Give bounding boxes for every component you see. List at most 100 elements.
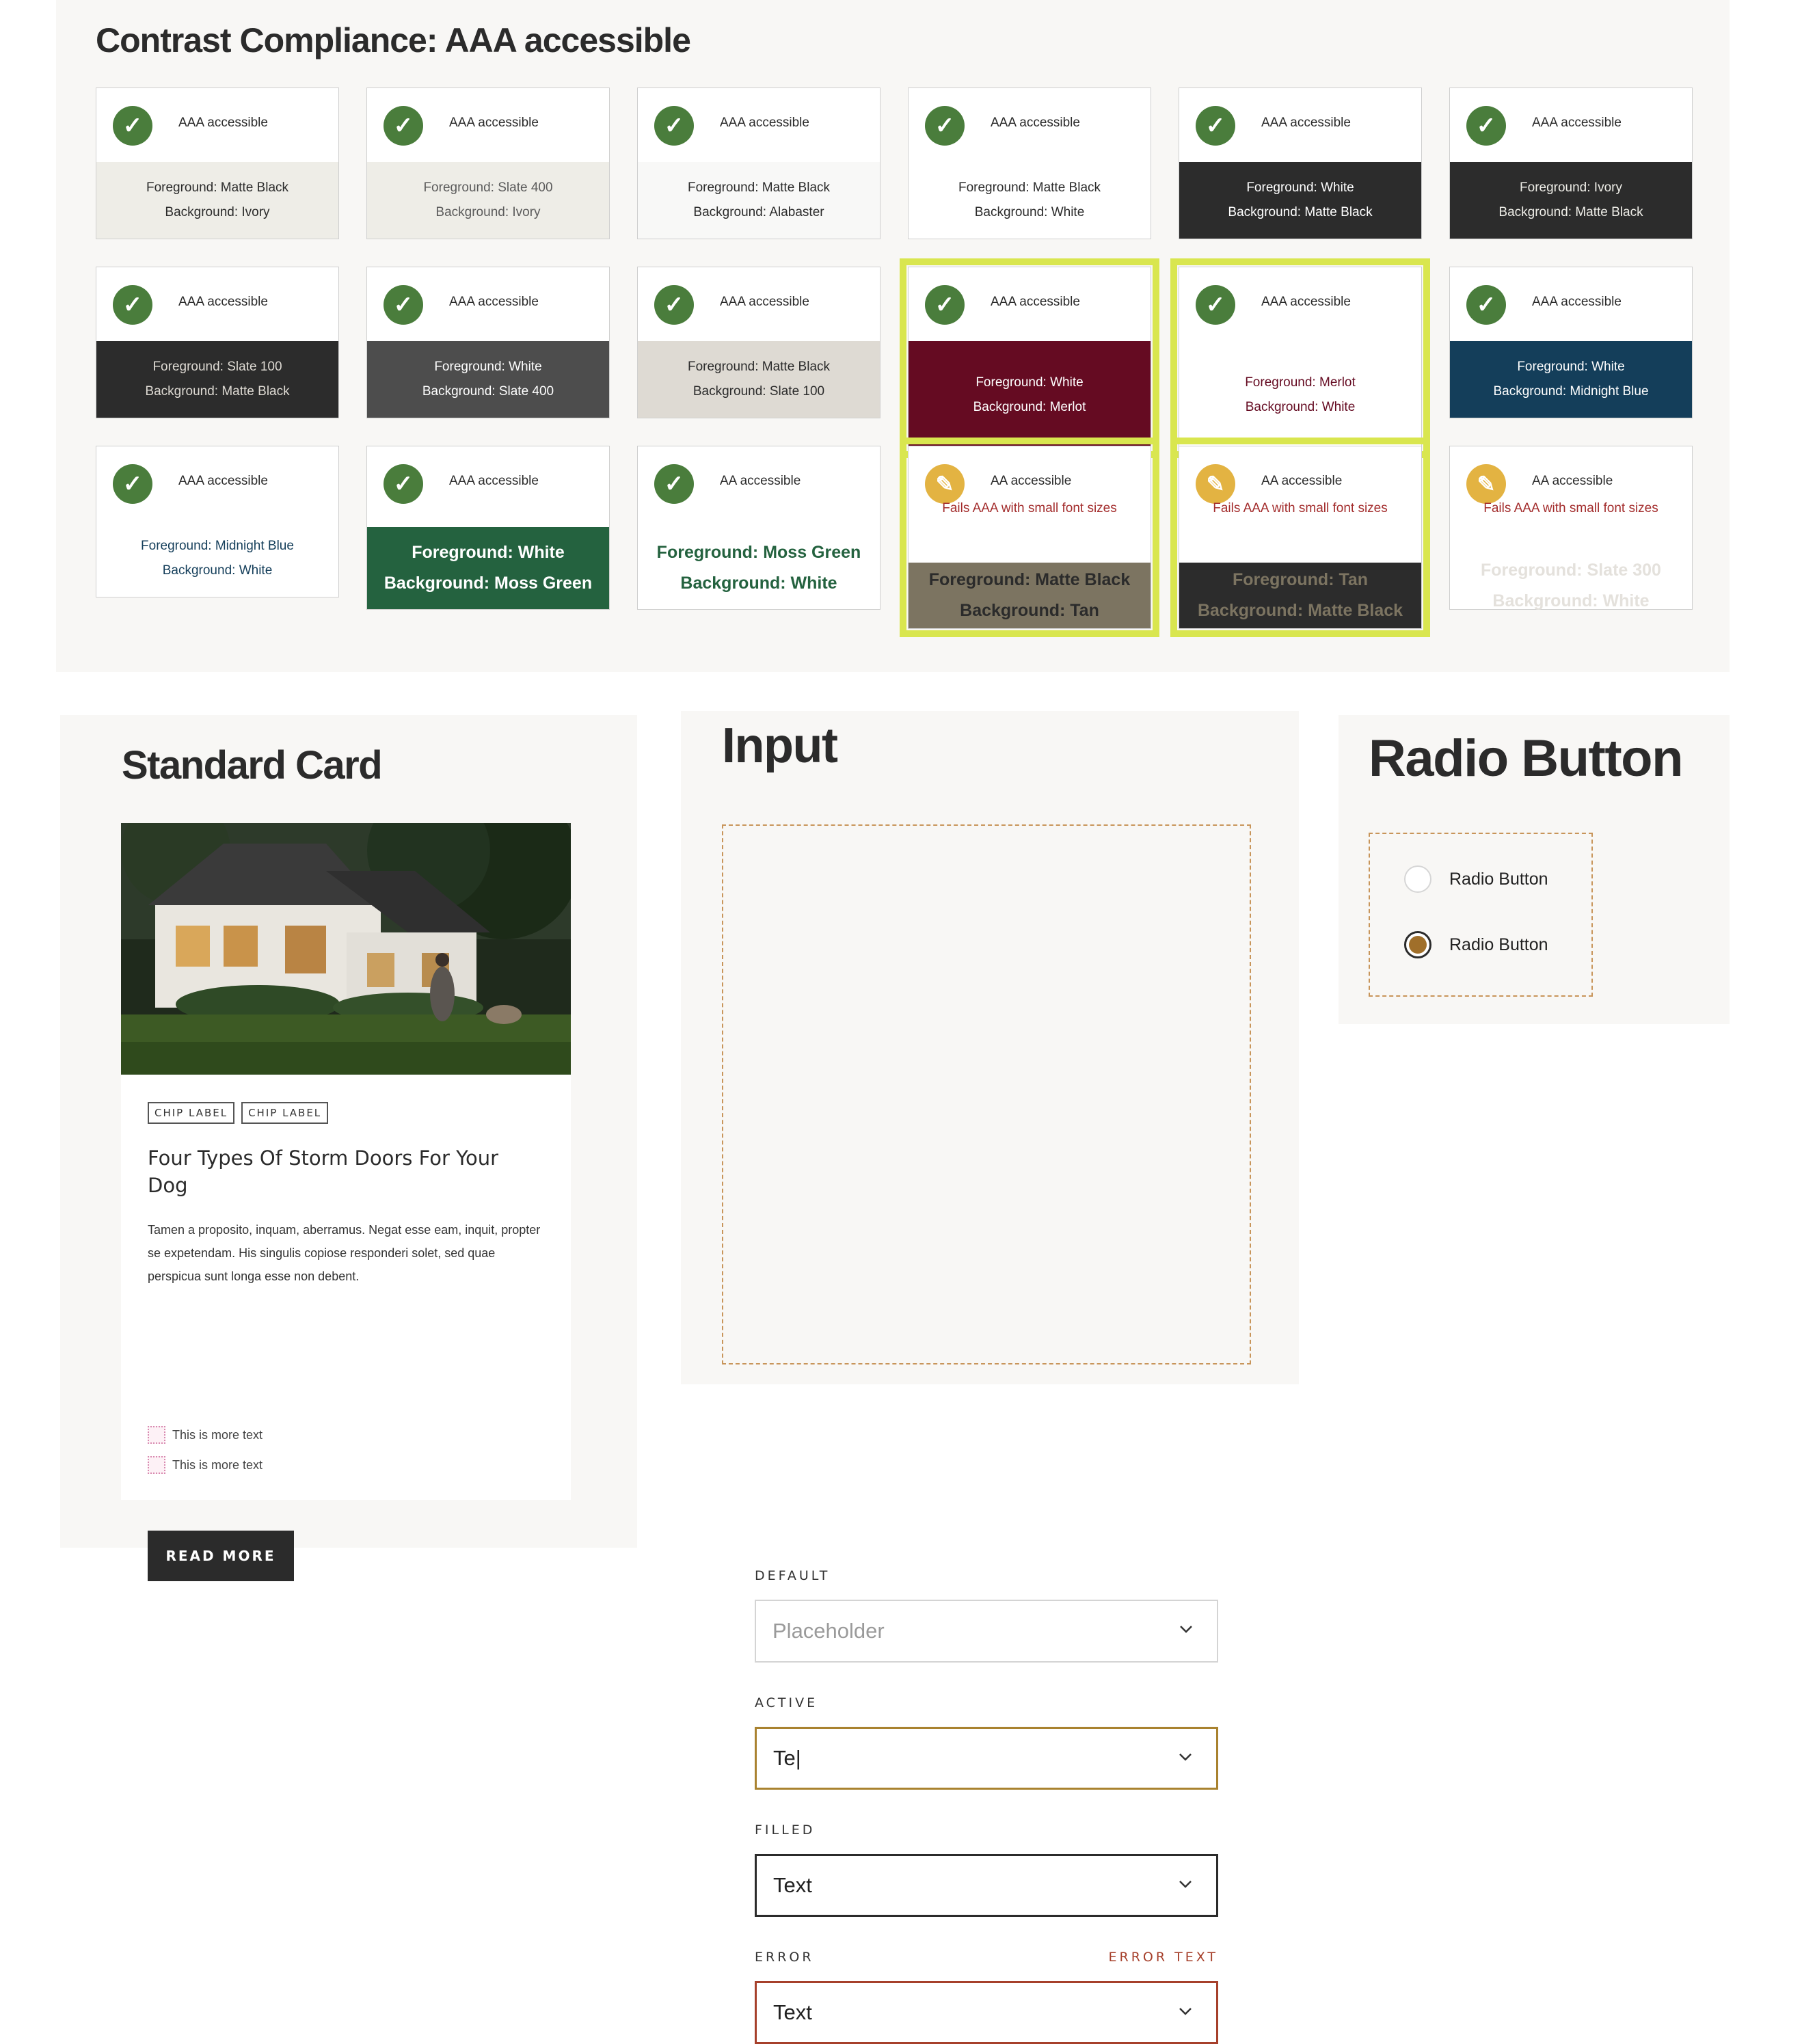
- pencil-icon: ✎: [1466, 464, 1506, 504]
- contrast-grid: ✓ AAA accessible Foreground: Matte Black Ba…: [96, 88, 1695, 648]
- contrast-card-body: ✓ AAA accessible Foreground: Matte Black Ba…: [96, 88, 339, 239]
- accessibility-level: AAA accessible: [1261, 116, 1351, 130]
- contrast-card-body: ✓ AAA accessible Foreground: White Backgrou…: [1449, 267, 1693, 418]
- foreground-label: Foreground: Matte Black: [687, 180, 831, 195]
- color-swatch: Foreground: Slate 300 Background: White: [1450, 561, 1692, 610]
- accessibility-level: AAA accessible: [178, 295, 268, 309]
- checkbox[interactable]: [148, 1426, 165, 1444]
- checklist-item[interactable]: This is more text: [148, 1426, 263, 1444]
- card-header: ✓ AAA accessible: [638, 88, 880, 162]
- check-icon: ✓: [384, 285, 423, 325]
- checklist-item[interactable]: This is more text: [148, 1456, 263, 1474]
- color-swatch: Foreground: Matte Black Background: Slate…: [638, 341, 880, 418]
- accessibility-level: AAA accessible: [1532, 295, 1622, 309]
- contrast-card-body: ✓ AAA accessible Foreground: Matte Black Ba…: [908, 88, 1151, 239]
- active-label: ACTIVE: [755, 1695, 818, 1710]
- check-icon: ✓: [1466, 106, 1506, 146]
- input-section: Input DEFAULT Placeholder ACTIVE Te| FIL…: [681, 711, 1299, 2044]
- article-card[interactable]: CHIP LABEL CHIP LABEL Four Types Of Stor…: [121, 823, 571, 1581]
- checklist-label: This is more text: [172, 1457, 263, 1472]
- check-icon: ✓: [925, 106, 965, 146]
- foreground-label: Foreground: White: [412, 543, 565, 562]
- background-label: Background: Merlot: [973, 400, 1086, 414]
- chip-label[interactable]: CHIP LABEL: [148, 1102, 235, 1124]
- foreground-label: Foreground: White: [976, 375, 1084, 390]
- card-header: ✓ AAA accessible: [367, 446, 609, 520]
- background-label: Background: White: [1492, 591, 1650, 610]
- color-swatch: Foreground: Merlot Background: White: [1179, 341, 1421, 449]
- check-icon: ✓: [113, 285, 152, 325]
- check-icon: ✓: [925, 285, 965, 325]
- standard-card-title: Standard Card: [122, 743, 383, 788]
- accessibility-level: AAA accessible: [178, 116, 268, 130]
- accessibility-level: AAA accessible: [178, 474, 268, 488]
- contrast-card-body: ✓ AAA accessible Foreground: White Backgrou…: [908, 267, 1151, 450]
- color-swatch: Foreground: White Background: Merlot: [909, 341, 1151, 449]
- color-swatch: Foreground: Matte Black Background: White: [909, 162, 1151, 239]
- accessibility-level: AA accessible: [1532, 474, 1613, 488]
- foreground-label: Foreground: Slate 100: [152, 360, 282, 374]
- filled-select[interactable]: Text: [755, 1854, 1218, 1917]
- foreground-label: Foreground: Slate 300: [1481, 561, 1661, 580]
- accessibility-level: AAA accessible: [991, 295, 1080, 309]
- card-header: ✓ AAA accessible: [909, 88, 1151, 162]
- contrast-card-body: ✓ AA accessible Foreground: Moss Green Back…: [637, 446, 880, 610]
- checkbox[interactable]: [148, 1456, 165, 1474]
- accessibility-level: AA accessible: [1261, 474, 1343, 488]
- card-header: ✓ AAA accessible: [367, 88, 609, 162]
- error-label: ERROR: [755, 1950, 814, 1965]
- active-select[interactable]: Te|: [755, 1727, 1218, 1790]
- card-header: ✓ AAA accessible: [1450, 88, 1692, 162]
- foreground-label: Foreground: Matte Black: [928, 570, 1131, 589]
- background-label: Background: White: [1245, 400, 1356, 414]
- chevron-down-icon: [1180, 1626, 1192, 1633]
- card-header: ✓ AAA accessible: [96, 267, 338, 341]
- accessibility-level: AA accessible: [720, 474, 801, 488]
- pencil-icon: ✎: [925, 464, 965, 504]
- background-label: Background: Ivory: [165, 205, 270, 219]
- fails-note: Fails AAA with small font sizes: [1213, 501, 1388, 515]
- input-group-frame: [722, 824, 1251, 1364]
- accessibility-level: AAA accessible: [720, 116, 809, 130]
- accessibility-level: AAA accessible: [449, 295, 539, 309]
- radio-group-frame: [1369, 833, 1593, 997]
- accessibility-level: AAA accessible: [449, 474, 539, 488]
- fails-note: Fails AAA with small font sizes: [942, 501, 1117, 515]
- check-icon: ✓: [654, 285, 694, 325]
- radio-unchecked-icon[interactable]: [1404, 865, 1431, 893]
- radio-checked-icon[interactable]: [1404, 931, 1431, 958]
- error-text: ERROR TEXT: [1108, 1950, 1218, 1965]
- background-label: Background: White: [974, 205, 1085, 219]
- house-photo: [121, 823, 571, 1075]
- accessibility-level: AA accessible: [991, 474, 1072, 488]
- foreground-label: Foreground: Merlot: [1245, 375, 1356, 390]
- error-value: Text: [773, 2000, 812, 2024]
- check-icon: ✓: [1196, 285, 1235, 325]
- contrast-card-body: ✎ AA accessible Fails AAA with small font …: [1449, 446, 1693, 610]
- foreground-label: Foreground: Slate 400: [423, 180, 553, 195]
- contrast-card-body: ✓ AAA accessible Foreground: Ivory Backgrou…: [1449, 88, 1693, 239]
- foreground-label: Foreground: Midnight Blue: [141, 539, 294, 553]
- foreground-label: Foreground: Matte Black: [687, 360, 831, 374]
- foreground-label: Foreground: White: [434, 360, 542, 374]
- article-heading[interactable]: Four Types Of Storm Doors For Your Dog: [148, 1144, 544, 1199]
- background-label: Background: Matte Black: [1228, 205, 1373, 219]
- color-swatch: Foreground: White Background: Moss Green: [367, 527, 609, 609]
- default-select[interactable]: Placeholder: [755, 1600, 1218, 1663]
- error-select[interactable]: Text: [755, 1981, 1218, 2044]
- background-label: Background: Tan: [960, 601, 1099, 620]
- accessibility-level: AAA accessible: [991, 116, 1080, 130]
- accessibility-level: AAA accessible: [1261, 295, 1351, 309]
- background-label: Background: Midnight Blue: [1493, 384, 1649, 399]
- radio-title: Radio Button: [1369, 729, 1684, 788]
- radio-option[interactable]: Radio Button: [1404, 931, 1548, 958]
- chevron-down-icon: [1179, 1753, 1192, 1761]
- radio-option[interactable]: Radio Button: [1404, 865, 1548, 893]
- read-more-button[interactable]: READ MORE: [148, 1531, 294, 1581]
- contrast-title: Contrast Compliance: AAA accessible: [96, 21, 691, 59]
- chip-label[interactable]: CHIP LABEL: [241, 1102, 329, 1124]
- foreground-label: Foreground: Moss Green: [656, 543, 861, 562]
- radio-section: Radio Button Radio Button Radio Button: [1339, 715, 1730, 1024]
- accessibility-level: AAA accessible: [1532, 116, 1622, 130]
- card-header: ✓ AAA accessible: [96, 446, 338, 520]
